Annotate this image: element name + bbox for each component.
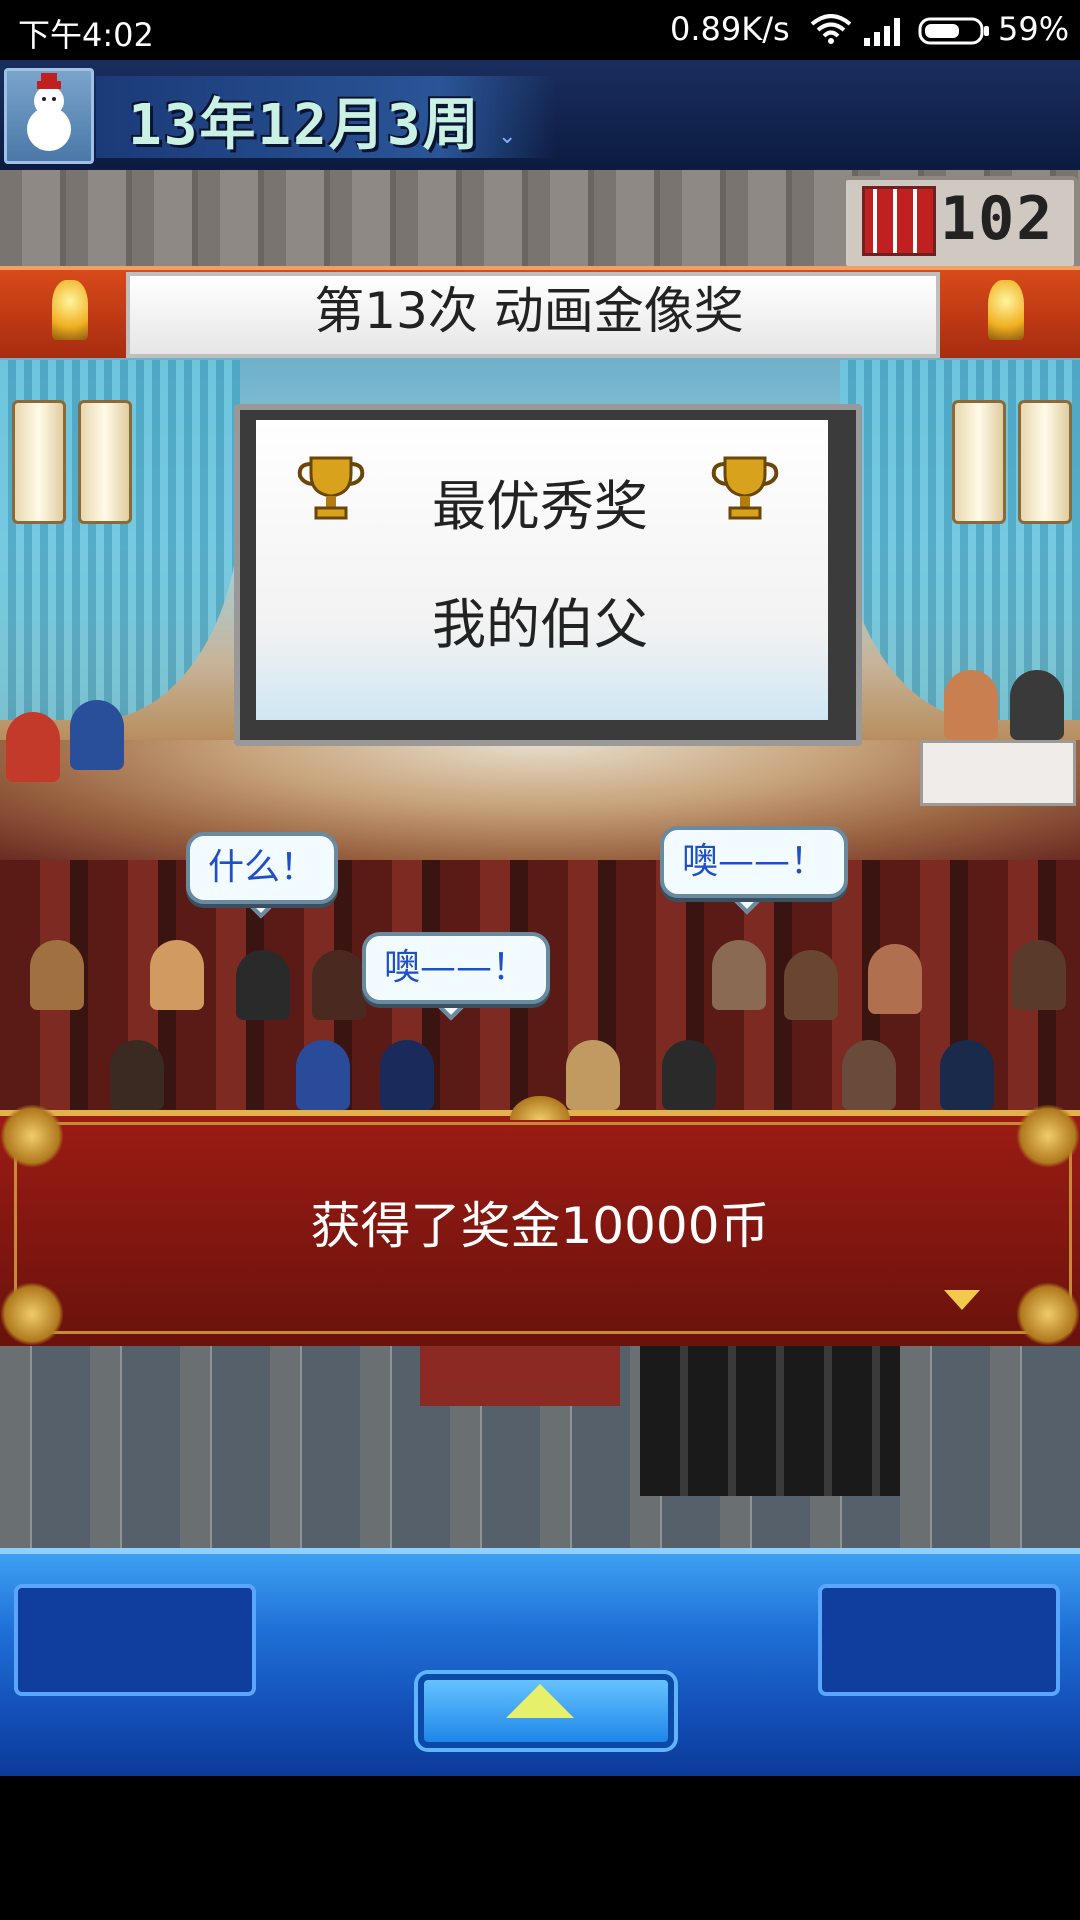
- ornament-corner: [1016, 1282, 1080, 1346]
- ornament-corner: [1016, 1104, 1080, 1168]
- battery-icon: [918, 17, 989, 45]
- trophy-icon: [711, 456, 779, 520]
- hanging-lamp: [78, 400, 132, 524]
- award-category: 最优秀奖: [432, 475, 648, 538]
- network-speed: 0.89K/s: [670, 10, 790, 48]
- battery-percent: 59%: [998, 10, 1070, 48]
- audience-member: [940, 1040, 994, 1110]
- ornament-corner: [0, 1282, 64, 1346]
- research-points-icon: [862, 186, 936, 256]
- judge-character: [944, 670, 998, 740]
- research-points-value: 102: [940, 184, 1055, 254]
- speech-bubble: 噢——！: [660, 826, 849, 898]
- crown-ornament: [510, 1096, 570, 1120]
- hanging-lamp: [952, 400, 1006, 524]
- hanging-lamp: [12, 400, 66, 524]
- hanging-lamp: [1018, 400, 1072, 524]
- audience-member: [662, 1040, 716, 1110]
- audience-member: [712, 940, 766, 1010]
- status-time: 下午4:02: [18, 16, 154, 54]
- audience-member: [312, 950, 366, 1020]
- speech-bubble: 噢——！: [362, 932, 551, 1004]
- avatar[interactable]: [4, 68, 94, 164]
- ceremony-title: 第13次 动画金像奖: [314, 282, 744, 340]
- right-menu-button[interactable]: [818, 1584, 1060, 1696]
- audience-member: [150, 940, 204, 1010]
- stage-floor: [0, 740, 1080, 860]
- judges-table: [920, 740, 1076, 806]
- lamp-icon: [988, 280, 1024, 340]
- audience-member: [110, 1040, 164, 1110]
- speech-bubble: 什么！: [186, 832, 339, 904]
- audience-member: [30, 940, 84, 1010]
- audience-member: [842, 1040, 896, 1110]
- signal-icon: [864, 18, 900, 46]
- judge-character: [1010, 670, 1064, 740]
- wifi-icon: [810, 14, 852, 44]
- award-winner: 我的伯父: [432, 593, 648, 656]
- ornament-corner: [0, 1104, 64, 1168]
- presenter-character: [70, 700, 124, 770]
- trophy-icon: [297, 456, 365, 520]
- chevron-down-icon[interactable]: [944, 1290, 980, 1310]
- snowman-icon: [27, 73, 71, 151]
- lamp-icon: [52, 280, 88, 340]
- audience-member: [236, 950, 290, 1020]
- left-menu-button[interactable]: [14, 1584, 256, 1696]
- game-date: 13年12月3周: [128, 93, 481, 158]
- audience-member: [1012, 940, 1066, 1010]
- audience-member: [868, 944, 922, 1014]
- message-text: 获得了奖金10000币: [310, 1197, 770, 1255]
- red-carpet: [420, 1346, 620, 1406]
- presenter-character: [6, 712, 60, 782]
- audience-member: [296, 1040, 350, 1110]
- chevron-down-icon[interactable]: ⌄: [498, 124, 516, 149]
- up-arrow-icon: [506, 1684, 574, 1718]
- server-racks: [640, 1346, 900, 1496]
- audience-member: [566, 1040, 620, 1110]
- audience-member: [784, 950, 838, 1020]
- audience-member: [380, 1040, 434, 1110]
